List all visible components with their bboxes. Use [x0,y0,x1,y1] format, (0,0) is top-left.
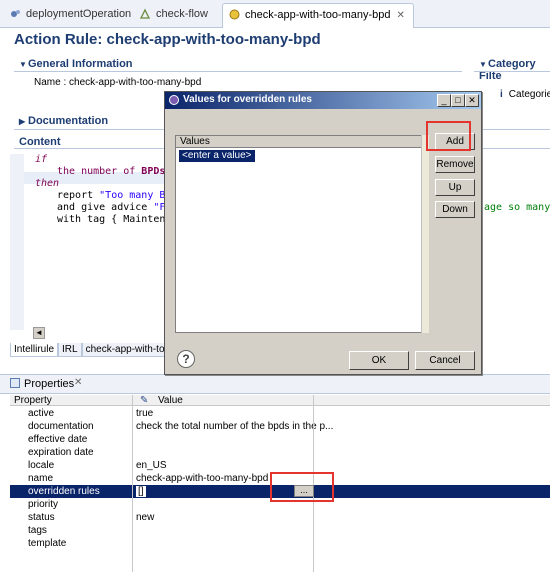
help-icon[interactable]: ? [177,350,195,368]
categories-label: Categories [508,89,550,100]
code-line-2: the number of BPDs i [57,166,177,177]
property-row[interactable]: documentation check the total number of t… [10,420,550,433]
property-key: active [28,408,55,419]
rule-icon [229,9,240,20]
code-text: report [57,190,100,201]
expanded-twisty-icon: ▼ [19,60,27,69]
property-row[interactable]: template [10,537,550,550]
tab-label: check-flow [156,8,208,20]
property-key: locale [28,460,55,471]
down-button[interactable]: Down [435,201,475,218]
column-header-property[interactable]: Property [14,395,52,406]
flow-icon [139,8,151,19]
property-key: expiration date [28,447,94,458]
column-header-value[interactable]: Value [158,395,183,406]
code-line-5-tail: age so many [484,202,550,213]
name-value[interactable]: check-app-with-too-many-bpd [69,77,201,88]
property-value: check-app-with-too-many-bpd [136,473,269,484]
values-list[interactable]: Values <enter a value> [175,135,429,333]
highlight-box [270,472,334,502]
tab-intellirule[interactable]: Intellirule [10,343,59,357]
properties-view-bar: Properties ✕ [0,374,550,394]
highlight-box [426,121,471,151]
remove-button[interactable]: Remove [435,156,475,173]
tab-check-app-with-too-many-bpd[interactable]: check-app-with-too-many-bpd ✕ [222,3,414,28]
close-icon[interactable]: ✕ [74,377,82,388]
property-key: effective date [28,434,88,445]
collapsed-twisty-icon: ▶ [19,117,26,126]
general-information-header[interactable]: ▼General Information [19,58,133,70]
minimize-button[interactable]: _ [437,94,451,107]
code-text: and give advice [57,202,154,213]
section-label: General Information [28,58,133,70]
property-key: tags [28,525,47,536]
close-icon[interactable]: ✕ [397,10,405,21]
section-label: Category Filte [479,58,536,82]
tab-deployment-operation[interactable]: deploymentOperation [4,3,139,28]
section-divider [474,71,550,72]
categories-row: i Categories [500,89,550,100]
property-row[interactable]: expiration date [10,446,550,459]
property-row[interactable]: status new [10,511,550,524]
property-value: true [136,408,154,419]
property-row[interactable]: active true [10,407,550,420]
property-key: name [28,473,54,484]
dialog-title: Values for overridden rules [183,94,312,105]
pencil-icon: ✎ [140,395,149,406]
code-text: the number of [57,166,142,177]
editor-ruler [10,154,24,330]
operation-icon [10,8,21,19]
section-label: Documentation [28,115,109,127]
property-value: new [136,512,155,523]
code-line-then: then [35,178,60,189]
up-button[interactable]: Up [435,179,475,196]
info-icon: i [500,89,503,100]
code-line-6: with tag { Maintenan [57,214,178,225]
maximize-button[interactable]: □ [451,94,465,107]
name-field: Name : check-app-with-too-many-bpd [34,77,201,88]
section-divider [14,71,462,72]
column-divider [132,395,133,572]
dialog-title-bar: Values for overridden rules [165,92,481,109]
documentation-header[interactable]: ▶ Documentation [19,115,108,127]
property-row[interactable]: tags [10,524,550,537]
category-filter-header[interactable]: ▼Category Filte [479,58,550,82]
cancel-button[interactable]: Cancel [415,351,475,370]
ok-button[interactable]: OK [349,351,409,370]
property-key: documentation [28,421,94,432]
page-title: Action Rule: check-app-with-too-many-bpd [14,31,321,48]
property-value: check the total number of the bpds in th… [136,421,334,432]
properties-title: Properties [24,378,75,390]
code-line-4: report "Too many BPD [57,190,177,201]
tab-irl[interactable]: IRL [58,343,82,357]
property-value: en_US [136,460,167,471]
tab-label: check-app-with-too-many-bpd [245,9,391,21]
tab-check-flow[interactable]: check-flow [134,3,216,28]
scroll-left-button[interactable]: ◄ [33,327,45,339]
code-line-if: if [35,154,48,165]
code-text: BPDs [141,166,166,177]
tab-label: deploymentOperation [26,8,132,20]
values-scrollbar[interactable] [421,135,429,333]
values-column-header: Values [176,136,428,148]
property-key: template [28,538,67,549]
property-key: priority [28,499,59,510]
content-header: Content [19,136,61,148]
close-button[interactable]: ✕ [465,94,479,107]
property-row[interactable]: effective date [10,433,550,446]
properties-header-row: Property ✎ Value [10,395,550,406]
code-line-5: and give advice "Fo [57,202,171,213]
property-row[interactable]: locale en_US [10,459,550,472]
values-list-item[interactable]: <enter a value> [179,150,255,162]
name-label: Name : [34,77,67,88]
expanded-twisty-icon: ▼ [479,60,487,69]
properties-icon [10,378,20,388]
property-key: overridden rules [28,486,100,497]
app-icon [169,95,179,105]
property-value-editor[interactable]: [] [136,486,146,497]
overridden-rules-dialog: Values for overridden rules _ □ ✕ Values… [164,91,482,375]
property-key: status [28,512,55,523]
